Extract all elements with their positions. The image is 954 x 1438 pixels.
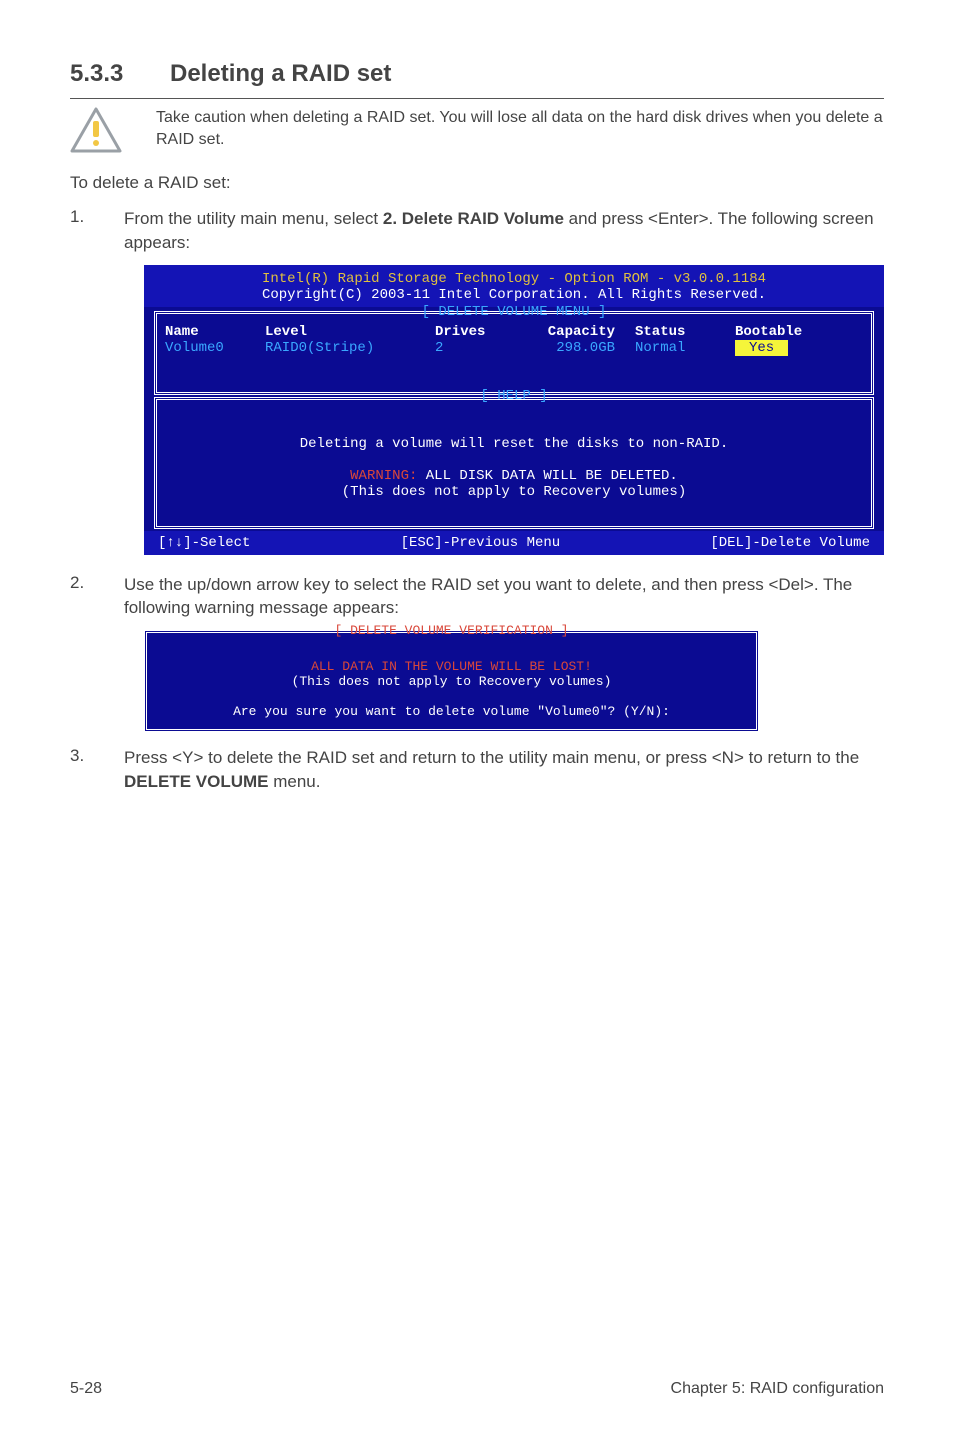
- step-text: Press <Y> to delete the RAID set and ret…: [124, 746, 884, 794]
- bios-bottom-bar: [↑↓]-Select [ESC]-Previous Menu [DEL]-De…: [144, 531, 884, 555]
- help-line-1: Deleting a volume will reset the disks t…: [167, 436, 861, 452]
- caution-block: Take caution when deleting a RAID set. Y…: [70, 107, 884, 153]
- section-heading: 5.3.3 Deleting a RAID set: [70, 60, 884, 88]
- bios-title-2: Copyright(C) 2003-11 Intel Corporation. …: [154, 287, 874, 303]
- row-name: Volume0: [165, 340, 265, 356]
- row-bootable: Yes: [735, 340, 863, 356]
- intro-text: To delete a RAID set:: [70, 173, 884, 193]
- caution-icon: [70, 107, 122, 153]
- chapter-label: Chapter 5: RAID configuration: [671, 1380, 884, 1398]
- col-level: Level: [265, 324, 435, 340]
- page-footer: 5-28 Chapter 5: RAID configuration: [70, 1380, 884, 1398]
- step-number: 1.: [70, 207, 124, 255]
- col-capacity: Capacity: [515, 324, 635, 340]
- row-level: RAID0(Stripe): [265, 340, 435, 356]
- help-warning-line: WARNING: ALL DISK DATA WILL BE DELETED.: [167, 468, 861, 484]
- col-bootable: Bootable: [735, 324, 863, 340]
- bottom-escape: [ESC]-Previous Menu: [401, 535, 561, 551]
- confirm-lost: ALL DATA IN THE VOLUME WILL BE LOST!: [157, 659, 746, 674]
- bootable-value: Yes: [735, 340, 788, 356]
- row-capacity: 298.0GB: [515, 340, 635, 356]
- step-3-bold: DELETE VOLUME: [124, 772, 269, 791]
- volume-header: Name Level Drives Capacity Status Bootab…: [165, 324, 863, 340]
- warning-label: WARNING:: [350, 468, 417, 484]
- confirm-question: Are you sure you want to delete volume "…: [157, 704, 746, 719]
- step-text: From the utility main menu, select 2. De…: [124, 207, 884, 255]
- caution-text: Take caution when deleting a RAID set. Y…: [156, 107, 884, 150]
- step-3-after: menu.: [269, 772, 321, 791]
- step-1-bold: 2. Delete RAID Volume: [383, 209, 564, 228]
- col-name: Name: [165, 324, 265, 340]
- help-title: [ HELP ]: [157, 388, 871, 404]
- confirm-dialog: [ DELETE VOLUME VERIFICATION ] ALL DATA …: [144, 630, 759, 732]
- step-2: 2. Use the up/down arrow key to select t…: [70, 573, 884, 621]
- confirm-body: ALL DATA IN THE VOLUME WILL BE LOST! (Th…: [157, 644, 746, 719]
- help-body: Deleting a volume will reset the disks t…: [157, 414, 871, 506]
- col-drives: Drives: [435, 324, 515, 340]
- page-number: 5-28: [70, 1380, 102, 1398]
- row-drives: 2: [435, 340, 515, 356]
- step-text: Use the up/down arrow key to select the …: [124, 573, 884, 621]
- confirm-title: [ DELETE VOLUME VERIFICATION ]: [157, 623, 746, 638]
- bios-title-1: Intel(R) Rapid Storage Technology - Opti…: [154, 271, 874, 287]
- bottom-select: [↑↓]-Select: [158, 535, 250, 551]
- help-line-3: (This does not apply to Recovery volumes…: [167, 484, 861, 500]
- panel-title: [ DELETE VOLUME MENU ]: [165, 304, 863, 320]
- bottom-delete: [DEL]-Delete Volume: [710, 535, 870, 551]
- row-status: Normal: [635, 340, 735, 356]
- step-1: 1. From the utility main menu, select 2.…: [70, 207, 884, 255]
- bios-screen: Intel(R) Rapid Storage Technology - Opti…: [144, 265, 884, 555]
- step-3-before: Press <Y> to delete the RAID set and ret…: [124, 748, 859, 767]
- step-number: 2.: [70, 573, 124, 621]
- step-3: 3. Press <Y> to delete the RAID set and …: [70, 746, 884, 794]
- bios-header: Intel(R) Rapid Storage Technology - Opti…: [144, 265, 884, 307]
- delete-volume-panel: [ DELETE VOLUME MENU ] Name Level Drives…: [154, 311, 874, 395]
- divider: [70, 98, 884, 99]
- help-line-2: ALL DISK DATA WILL BE DELETED.: [417, 468, 677, 484]
- help-panel: [ HELP ] Deleting a volume will reset th…: [154, 397, 874, 529]
- heading-title: Deleting a RAID set: [170, 60, 391, 88]
- col-status: Status: [635, 324, 735, 340]
- step-1-before: From the utility main menu, select: [124, 209, 383, 228]
- confirm-recovery: (This does not apply to Recovery volumes…: [157, 674, 746, 689]
- step-number: 3.: [70, 746, 124, 794]
- volume-row: Volume0 RAID0(Stripe) 2 298.0GB Normal Y…: [165, 340, 863, 356]
- heading-number: 5.3.3: [70, 60, 170, 88]
